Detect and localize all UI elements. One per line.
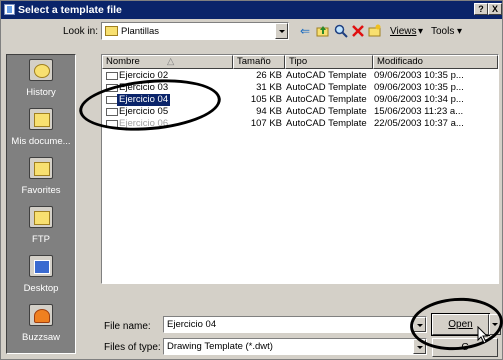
views-menu[interactable]: Views <box>390 26 417 37</box>
tools-menu[interactable]: Tools <box>431 26 454 37</box>
column-header-type[interactable]: Tipo <box>285 55 373 69</box>
column-header-size[interactable]: Tamaño <box>233 55 285 69</box>
search-web-icon[interactable] <box>334 24 348 38</box>
close-button[interactable]: X <box>488 3 502 15</box>
select-template-dialog: Select a template file ? X Look in: Plan… <box>0 0 503 360</box>
place-favorites[interactable]: Favorites <box>7 153 75 203</box>
dialog-title: Select a template file <box>18 4 122 16</box>
place-desktop[interactable]: Desktop <box>7 251 75 301</box>
column-header-name[interactable]: Nombre △ <box>102 55 233 69</box>
views-menu-arrow-icon[interactable]: ▾ <box>418 26 423 37</box>
place-my-documents[interactable]: Mis docume... <box>7 104 75 154</box>
column-header-modified[interactable]: Modificado <box>373 55 498 69</box>
files-of-type-label: Files of type: <box>104 342 161 353</box>
tools-menu-arrow-icon[interactable]: ▾ <box>457 26 462 37</box>
ftp-icon <box>29 206 53 228</box>
places-bar: History Mis docume... Favorites FTP Desk… <box>6 54 76 354</box>
place-ftp[interactable]: FTP <box>7 202 75 252</box>
desktop-icon <box>29 255 53 277</box>
template-file-icon <box>106 72 118 80</box>
mouse-pointer-icon <box>477 326 489 344</box>
folder-icon <box>105 26 118 36</box>
create-folder-icon[interactable] <box>368 24 382 38</box>
file-name-label: File name: <box>104 321 151 332</box>
place-buzzsaw[interactable]: Buzzsaw <box>7 300 75 350</box>
delete-icon[interactable] <box>351 24 365 38</box>
app-icon <box>4 4 15 15</box>
up-one-level-icon[interactable] <box>316 24 330 38</box>
file-name-input[interactable]: Ejercicio 04 <box>163 316 427 333</box>
title-bar: Select a template file ? X <box>1 1 502 19</box>
back-icon[interactable]: ⇐ <box>298 24 312 38</box>
my-documents-icon <box>29 108 53 130</box>
favorites-icon <box>29 157 53 179</box>
place-history[interactable]: History <box>7 55 75 105</box>
help-button[interactable]: ? <box>474 3 488 15</box>
look-in-dropdown-arrow[interactable] <box>275 23 288 39</box>
look-in-combo[interactable]: Plantillas <box>101 22 289 40</box>
history-icon <box>29 59 53 81</box>
look-in-value: Plantillas <box>121 26 160 37</box>
look-in-label: Look in: <box>63 26 99 37</box>
buzzsaw-icon <box>29 304 53 326</box>
files-of-type-select[interactable]: Drawing Template (*.dwt) <box>163 338 427 355</box>
